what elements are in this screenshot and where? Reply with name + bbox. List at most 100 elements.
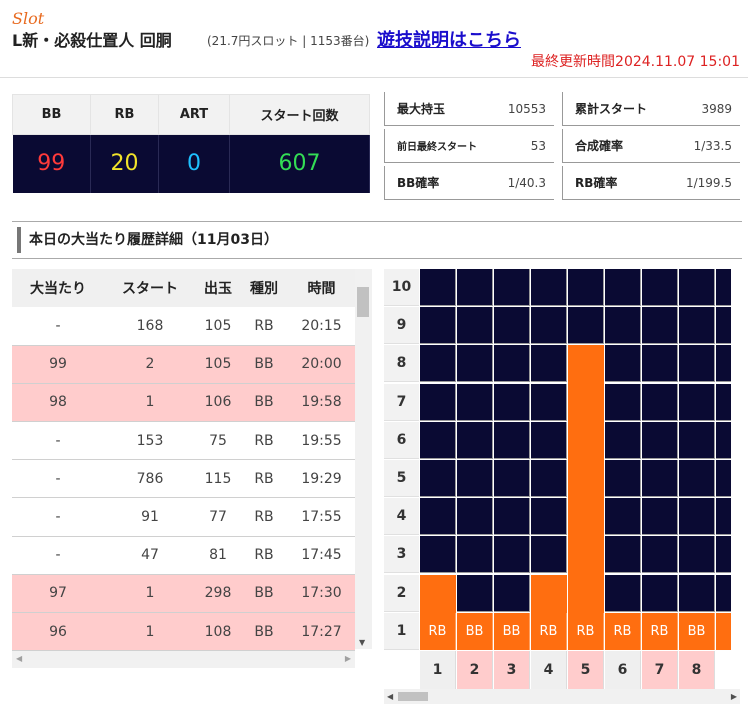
graph-type-cell: BB	[457, 612, 493, 650]
cell-start: 1	[104, 383, 196, 423]
stat-prev-day-start: 前日最終スタート 53	[384, 129, 554, 163]
graph-y-label: 9	[384, 307, 419, 345]
graph-cell	[457, 307, 493, 345]
graph-cell	[457, 460, 493, 497]
cell-start: 1	[104, 574, 196, 614]
graph-cell	[642, 345, 678, 383]
graph-cell	[420, 307, 456, 345]
cell-start: 168	[104, 307, 196, 346]
graph-cell	[642, 269, 678, 306]
scroll-left-arrow-icon[interactable]: ◀	[16, 654, 22, 663]
cell-time: 20:15	[288, 307, 355, 346]
graph-cell	[457, 421, 493, 459]
graph-cell	[420, 383, 456, 421]
scrollbar-thumb[interactable]	[398, 692, 428, 701]
graph-cell	[531, 460, 567, 497]
graph-cell	[494, 574, 530, 612]
history-table-container[interactable]: 大当たり スタート 出玉 種別 時間 -168 105 RB 20:15 99 2 105 B…	[12, 269, 372, 669]
graph-cell	[642, 460, 678, 497]
graph-cell	[494, 498, 530, 536]
graph-cell	[457, 498, 493, 536]
graph-type-cell: BB	[679, 612, 715, 650]
graph-cell	[494, 345, 530, 383]
graph-cell	[531, 498, 567, 536]
cell-type: RB	[240, 421, 288, 461]
graph-x-label: 5	[568, 651, 604, 689]
col-header-time: 時間	[288, 269, 355, 307]
graph-cell	[642, 383, 678, 421]
table-row: -91 77 RB 17:55	[12, 497, 355, 537]
graph-cell	[605, 574, 641, 612]
stat-value: 3989	[701, 101, 732, 116]
cell-hit: 98	[12, 383, 104, 423]
graph-cell	[568, 307, 604, 345]
stat-rb-prob: RB確率 1/199.5	[562, 166, 740, 200]
scroll-left-arrow-icon[interactable]: ◀	[387, 692, 393, 701]
cell-type: BB	[240, 345, 288, 384]
stat-value: 10553	[507, 101, 546, 116]
graph-cell	[531, 536, 567, 574]
cell-hit: -	[12, 536, 104, 575]
graph-cell	[420, 460, 456, 497]
cell-type: RB	[240, 497, 288, 537]
graph-y-label: 3	[384, 536, 419, 574]
history-horizontal-scrollbar[interactable]: ◀ ▶	[12, 651, 355, 668]
help-link[interactable]: 遊技説明はこちら	[377, 26, 521, 52]
graph-cell	[494, 460, 530, 497]
machine-subinfo: (21.7円スロット | 1153番台)	[207, 34, 370, 48]
scrollbar-thumb[interactable]	[357, 287, 369, 317]
counter-bb-value: 99	[12, 134, 91, 193]
graph-cell	[605, 460, 641, 497]
graph-cell	[605, 383, 641, 421]
graph-horizontal-scrollbar[interactable]: ◀ ▶	[384, 689, 740, 704]
history-vertical-scrollbar[interactable]: ▼	[355, 269, 372, 649]
graph-cell	[531, 269, 567, 306]
stat-value: 53	[530, 138, 546, 153]
table-row: 99 2 105 BB 20:00	[12, 345, 355, 384]
machine-name: L新・必殺仕置人 回胴	[12, 31, 172, 50]
graph-cell	[420, 345, 456, 383]
graph-type-cell: RB	[642, 612, 678, 650]
cell-out: 298	[196, 574, 240, 614]
cell-start: 47	[104, 536, 196, 575]
stat-max-balls: 最大持玉 10553	[384, 92, 554, 126]
graph-cell	[494, 269, 530, 306]
graph-cell	[420, 421, 456, 459]
section-divider-bottom	[12, 258, 742, 259]
stat-total-start: 累計スタート 3989	[562, 92, 740, 126]
cell-start: 786	[104, 459, 196, 499]
graph-cell	[605, 536, 641, 574]
graph-cell	[642, 421, 678, 459]
cell-time: 17:55	[288, 497, 355, 537]
graph-cell	[457, 345, 493, 383]
graph-x-label: 8	[679, 651, 715, 689]
cell-out: 105	[196, 345, 240, 384]
scroll-down-arrow-icon[interactable]: ▼	[359, 638, 365, 647]
cell-out: 105	[196, 307, 240, 346]
graph-cell	[531, 383, 567, 421]
cell-time: 17:45	[288, 536, 355, 575]
graph-type-cell: RB	[531, 612, 567, 650]
graph-cell	[605, 498, 641, 536]
scroll-right-arrow-icon[interactable]: ▶	[731, 692, 737, 701]
cell-type: BB	[240, 574, 288, 614]
cell-type: BB	[240, 612, 288, 652]
cell-time: 20:00	[288, 345, 355, 384]
graph-cell	[605, 421, 641, 459]
cell-out: 77	[196, 497, 240, 537]
scroll-right-arrow-icon[interactable]: ▶	[345, 654, 351, 663]
graph-y-label: 2	[384, 574, 419, 612]
graph-cell	[494, 383, 530, 421]
cell-out: 115	[196, 459, 240, 499]
graph-cell	[605, 345, 641, 383]
counter-art-value: 0	[158, 134, 230, 193]
graph-bar	[420, 574, 456, 613]
stat-label: RB確率	[575, 176, 618, 190]
stat-value: 1/33.5	[693, 138, 732, 153]
graph-cell	[679, 498, 715, 536]
cell-hit: -	[12, 459, 104, 499]
hit-graph[interactable]: 10 9 8 7 6 5 4 3 2 1 RB BB BB RB RB RB RB BB 1 2 3 4 5 6 7 8	[384, 269, 742, 689]
graph-y-label: 6	[384, 421, 419, 459]
cell-out: 106	[196, 383, 240, 423]
table-row: 98 1 106 BB 19:58	[12, 383, 355, 423]
